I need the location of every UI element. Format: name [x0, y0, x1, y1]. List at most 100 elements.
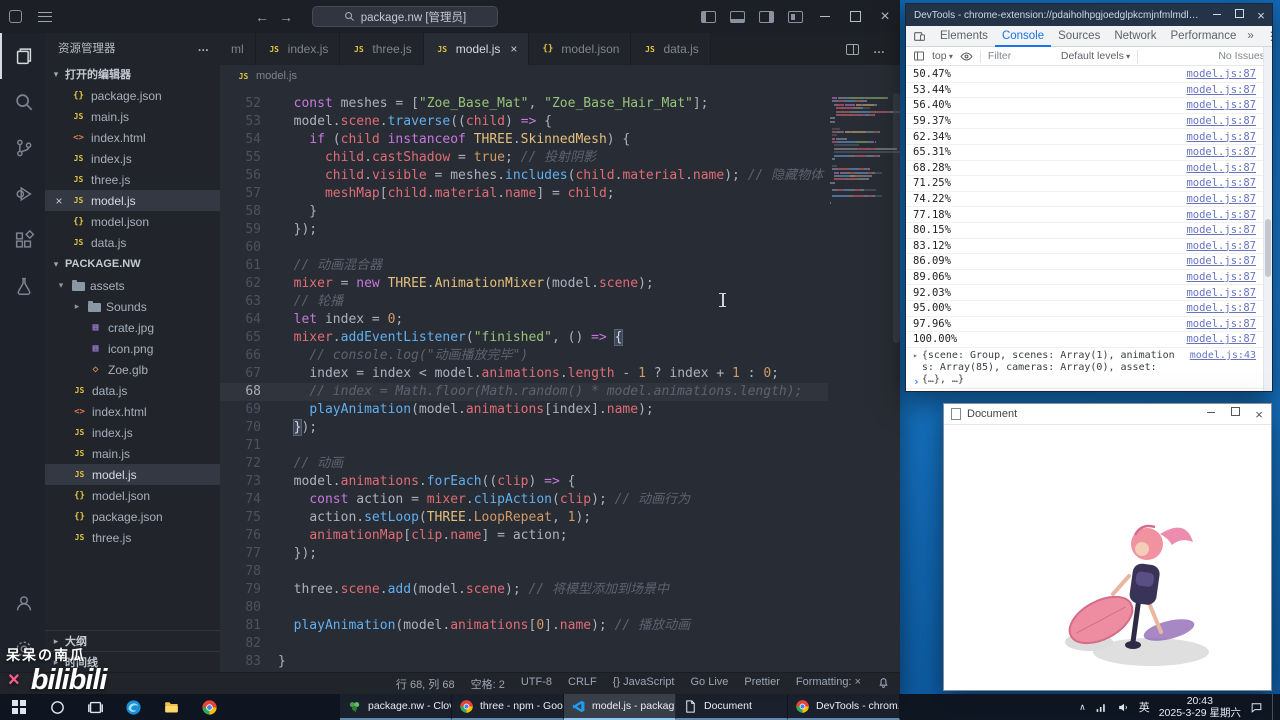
status-item[interactable]: {} JavaScript	[613, 676, 675, 692]
code-line[interactable]: 72 // 动画	[220, 455, 828, 473]
console-source-link[interactable]: model.js:87	[1186, 333, 1256, 345]
file-explorer-icon[interactable]	[152, 694, 190, 720]
code-line[interactable]: 52 const meshes = ["Zoe_Base_Mat", "Zoe_…	[220, 95, 828, 113]
toggle-secondary-sidebar-icon[interactable]	[759, 10, 774, 23]
more-tabs-icon[interactable]	[1243, 30, 1257, 42]
tab-data-js[interactable]: JS data.js	[631, 33, 711, 65]
tree-item[interactable]: ▦ icon.png	[45, 338, 220, 359]
tree-item[interactable]: JS model.js	[45, 464, 220, 485]
eye-icon[interactable]	[960, 50, 973, 63]
execution-context-select[interactable]: top	[932, 50, 953, 62]
tab-model-js[interactable]: JS model.js	[423, 33, 530, 65]
console-source-link[interactable]: model.js:87	[1186, 146, 1256, 158]
close-icon[interactable]	[53, 194, 65, 208]
code-line[interactable]: 53 model.scene.traverse((child) => {	[220, 113, 828, 131]
code-line[interactable]: 56 child.visible = meshes.includes(child…	[220, 167, 828, 185]
tree-item[interactable]: {} package.json	[45, 506, 220, 527]
console-prompt[interactable]	[906, 375, 1263, 391]
tree-item[interactable]: ▾ assets	[45, 275, 220, 296]
code-editor[interactable]: 52 const meshes = ["Zoe_Base_Mat", "Zoe_…	[220, 95, 828, 671]
activity-explorer-icon[interactable]	[0, 33, 45, 79]
document-minimize-button[interactable]	[1199, 407, 1223, 422]
console-source-link[interactable]: model.js:87	[1186, 99, 1256, 111]
project-header[interactable]: PACKAGE.NW	[45, 253, 220, 275]
notification-center-icon[interactable]	[1250, 701, 1263, 714]
devtools-tab-performance[interactable]: Performance	[1164, 26, 1244, 47]
console-source-link[interactable]: model.js:87	[1186, 302, 1256, 314]
forward-icon[interactable]	[274, 9, 298, 25]
devtools-minimize-button[interactable]	[1206, 9, 1228, 21]
volume-icon[interactable]	[1117, 701, 1130, 714]
open-editor-item[interactable]: JS data.js	[45, 232, 220, 253]
tree-item[interactable]: JS three.js	[45, 527, 220, 548]
menu-icon[interactable]	[30, 0, 60, 33]
code-line[interactable]: 64 let index = 0;	[220, 311, 828, 329]
console-source-link[interactable]: model.js:87	[1186, 193, 1256, 205]
console-source-link[interactable]: model.js:87	[1186, 318, 1256, 330]
open-editors-header[interactable]: 打开的编辑器	[45, 63, 220, 85]
devtools-tab-network[interactable]: Network	[1107, 26, 1163, 47]
code-line[interactable]: 70 });	[220, 419, 828, 437]
code-line[interactable]: 80	[220, 599, 828, 617]
issues-counter[interactable]: No Issues	[1218, 50, 1265, 62]
network-icon[interactable]	[1095, 701, 1108, 714]
command-center-search[interactable]: package.nw [管理员]	[312, 6, 498, 27]
console-scrollbar[interactable]	[1263, 47, 1272, 391]
open-editor-item[interactable]: {} model.json	[45, 211, 220, 232]
open-editor-item[interactable]: JS three.js	[45, 169, 220, 190]
code-line[interactable]: 54 if (child instanceof THREE.SkinnedMes…	[220, 131, 828, 149]
tree-item[interactable]: <> index.html	[45, 401, 220, 422]
maximize-button[interactable]	[840, 0, 870, 33]
start-button[interactable]	[0, 694, 38, 720]
tab-three-js[interactable]: JS three.js	[340, 33, 424, 65]
activity-extensions-icon[interactable]	[0, 217, 45, 263]
split-editor-icon[interactable]	[846, 43, 859, 55]
console-sidebar-icon[interactable]	[913, 50, 925, 62]
close-icon[interactable]	[510, 42, 517, 56]
code-line[interactable]: 60	[220, 239, 828, 257]
status-item[interactable]: Formatting: ×	[796, 676, 861, 692]
taskbar-button-model-js-packag-[interactable]: model.js - packag...	[564, 694, 676, 720]
minimize-button[interactable]	[810, 0, 840, 33]
code-line[interactable]: 74 const action = mixer.clipAction(clip)…	[220, 491, 828, 509]
code-line[interactable]: 73 model.animations.forEach((clip) => {	[220, 473, 828, 491]
code-line[interactable]: 69 playAnimation(model.animations[index]…	[220, 401, 828, 419]
tree-item[interactable]: ◇ Zoe.glb	[45, 359, 220, 380]
activity-testing-icon[interactable]	[0, 263, 45, 309]
show-desktop-button[interactable]	[1272, 694, 1276, 720]
devtools-close-button[interactable]	[1250, 8, 1272, 23]
console-source-link[interactable]: model.js:87	[1186, 68, 1256, 80]
devtools-tab-sources[interactable]: Sources	[1051, 26, 1107, 47]
code-line[interactable]: 62 mixer = new THREE.AnimationMixer(mode…	[220, 275, 828, 293]
tree-item[interactable]: JS index.js	[45, 422, 220, 443]
console-source-link[interactable]: model.js:87	[1186, 224, 1256, 236]
taskbar-button-devtools-chrom-[interactable]: DevTools - chrom...	[788, 694, 900, 720]
code-line[interactable]: 81 playAnimation(model.animations[0].nam…	[220, 617, 828, 635]
vscode-titlebar[interactable]: package.nw [管理员]	[0, 0, 900, 33]
code-line[interactable]: 66 // console.log("动画播放完毕")	[220, 347, 828, 365]
code-line[interactable]: 83}	[220, 653, 828, 671]
console-log[interactable]: 50.47% model.js:87 53.44% model.js:87 56.40%…	[906, 67, 1263, 348]
device-toolbar-icon[interactable]	[913, 30, 926, 43]
code-line[interactable]: 78	[220, 563, 828, 581]
customize-layout-icon[interactable]	[788, 10, 803, 23]
console-source-link[interactable]: model.js:87	[1186, 209, 1256, 221]
console-source-link[interactable]: model.js:87	[1186, 84, 1256, 96]
devtools-maximize-button[interactable]	[1228, 9, 1250, 21]
taskbar-button-three-npm-goo-[interactable]: three - npm - Goo...	[452, 694, 564, 720]
code-line[interactable]: 82	[220, 635, 828, 653]
code-line[interactable]: 65 mixer.addEventListener("finished", ()…	[220, 329, 828, 347]
document-titlebar[interactable]: Document	[944, 404, 1271, 425]
edge-icon[interactable]	[114, 694, 152, 720]
console-source-link[interactable]: model.js:87	[1186, 255, 1256, 267]
console-source-link[interactable]: model.js:87	[1186, 162, 1256, 174]
devtools-tab-elements[interactable]: Elements	[933, 26, 995, 47]
tree-item[interactable]: JS data.js	[45, 380, 220, 401]
console-filter-input[interactable]	[987, 50, 1054, 62]
tree-item[interactable]: JS main.js	[45, 443, 220, 464]
tray-expand-icon[interactable]	[1079, 702, 1086, 713]
console-source-link[interactable]: model.js:87	[1186, 240, 1256, 252]
tab-index-js[interactable]: JS index.js	[255, 33, 341, 65]
open-editor-item[interactable]: JS model.js	[45, 190, 220, 211]
tree-item[interactable]: ▸ Sounds	[45, 296, 220, 317]
